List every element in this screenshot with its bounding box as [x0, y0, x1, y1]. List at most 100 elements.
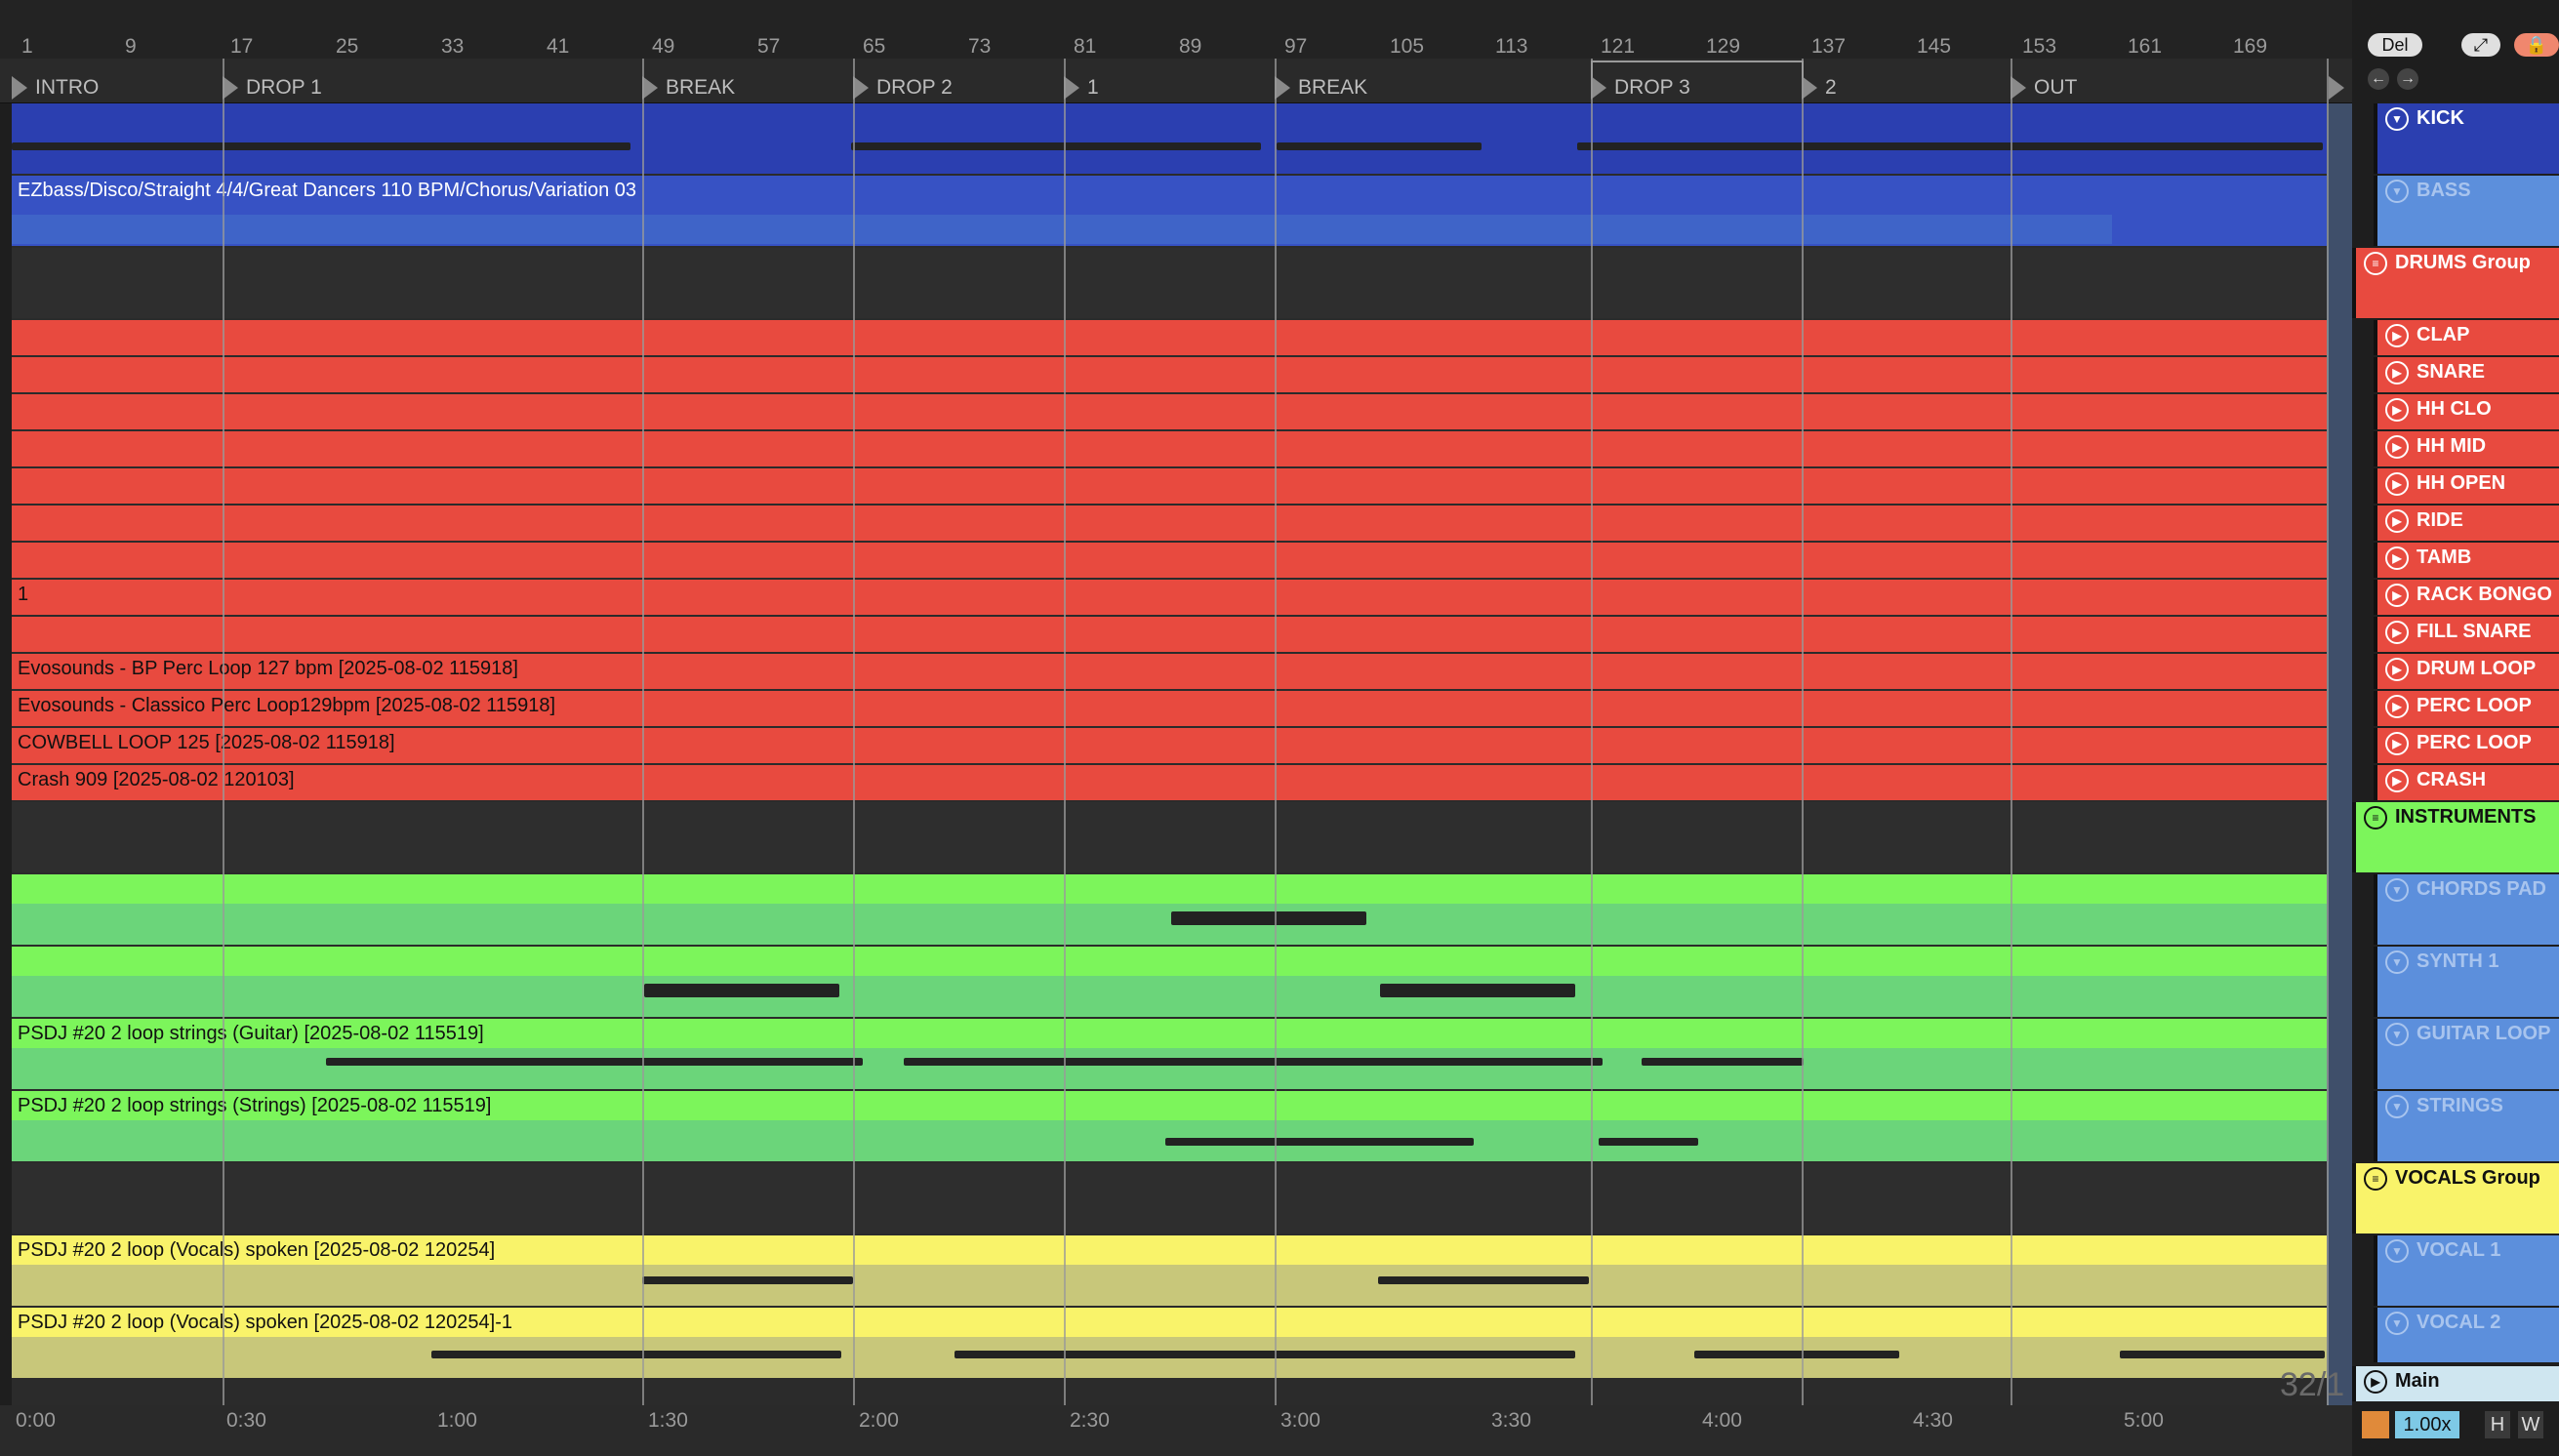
- clip-chords-pad[interactable]: [12, 874, 2327, 945]
- track-hh-open[interactable]: ▶ HH OPEN: [2374, 468, 2559, 504]
- track-drums-group[interactable]: ≡ DRUMS Group: [2352, 248, 2559, 318]
- clip-perc-loop-2[interactable]: COWBELL LOOP 125 [2025-08-02 115918]: [12, 728, 2327, 763]
- locator[interactable]: 1: [1064, 76, 1099, 100]
- h-button[interactable]: H: [2485, 1411, 2510, 1438]
- track-hh-mid[interactable]: ▶ HH MID: [2374, 431, 2559, 466]
- locator-row[interactable]: INTRO DROP 1 BREAK DROP 2 1 BREAK DROP 3…: [0, 59, 2365, 103]
- vertical-scrollbar[interactable]: [2327, 103, 2352, 1405]
- lock-icon[interactable]: 🔒: [2514, 33, 2559, 57]
- expand-icon[interactable]: ⤢: [2461, 33, 2500, 57]
- clip-vocal-2[interactable]: PSDJ #20 2 loop (Vocals) spoken [2025-08…: [12, 1308, 2327, 1378]
- track-guitar-loop[interactable]: ▼ GUITAR LOOP: [2374, 1019, 2559, 1089]
- locator-line: [853, 59, 855, 1405]
- locator[interactable]: DROP 3: [1591, 76, 1690, 100]
- play-icon[interactable]: ▶: [2385, 769, 2409, 792]
- clip-perc-loop-1[interactable]: Evosounds - Classico Perc Loop129bpm [20…: [12, 691, 2327, 726]
- play-icon[interactable]: ▶: [2385, 509, 2409, 533]
- clip-drum-loop[interactable]: Evosounds - BP Perc Loop 127 bpm [2025-0…: [12, 654, 2327, 689]
- track-strings[interactable]: ▼ STRINGS: [2374, 1091, 2559, 1161]
- track-vocal-1[interactable]: ▼ VOCAL 1: [2374, 1235, 2559, 1306]
- track-snare[interactable]: ▶ SNARE: [2374, 357, 2559, 392]
- track-ride[interactable]: ▶ RIDE: [2374, 506, 2559, 541]
- clip-hh-open[interactable]: [12, 468, 2327, 504]
- group-icon[interactable]: ≡: [2364, 806, 2387, 829]
- play-icon[interactable]: ▶: [2385, 324, 2409, 347]
- play-icon[interactable]: ▶: [2385, 732, 2409, 755]
- clip-ride[interactable]: [12, 506, 2327, 541]
- time-ruler[interactable]: [0, 1405, 2352, 1456]
- track-perc-loop-2[interactable]: ▶ PERC LOOP: [2374, 728, 2559, 763]
- del-button[interactable]: Del: [2368, 33, 2422, 57]
- loop-brace[interactable]: [1591, 61, 1804, 78]
- arrangement-lanes[interactable]: EZbass/Disco/Straight 4/4/Great Dancers …: [12, 103, 2327, 1405]
- clip-snare[interactable]: [12, 357, 2327, 392]
- track-vocal-2[interactable]: ▼ VOCAL 2: [2374, 1308, 2559, 1362]
- zoom-display[interactable]: 1.00x: [2395, 1411, 2459, 1438]
- track-clap[interactable]: ▶ CLAP: [2374, 320, 2559, 355]
- play-icon[interactable]: ▶: [2385, 621, 2409, 644]
- locator[interactable]: OUT: [2011, 76, 2077, 100]
- play-icon[interactable]: ▶: [2385, 695, 2409, 718]
- track-hh-clo[interactable]: ▶ HH CLO: [2374, 394, 2559, 429]
- clip-hh-mid[interactable]: [12, 431, 2327, 466]
- track-bass[interactable]: ▼ BASS: [2374, 176, 2559, 246]
- play-icon[interactable]: ▶: [2385, 361, 2409, 384]
- track-rack-bongo[interactable]: ▶ RACK BONGO: [2374, 580, 2559, 615]
- collapse-icon[interactable]: ▼: [2385, 1312, 2409, 1335]
- forward-arrow-icon[interactable]: →: [2397, 68, 2418, 90]
- clip-guitar-loop[interactable]: PSDJ #20 2 loop strings (Guitar) [2025-0…: [12, 1019, 2327, 1089]
- clip-bass[interactable]: EZbass/Disco/Straight 4/4/Great Dancers …: [12, 176, 2327, 246]
- collapse-icon[interactable]: ▼: [2385, 107, 2409, 131]
- bar-number: 97: [1284, 35, 1308, 58]
- locator[interactable]: BREAK: [1275, 76, 1367, 100]
- back-arrow-icon[interactable]: ←: [2368, 68, 2389, 90]
- track-chords-pad[interactable]: ▼ CHORDS PAD: [2374, 874, 2559, 945]
- play-icon[interactable]: ▶: [2385, 546, 2409, 570]
- clip-tamb[interactable]: [12, 543, 2327, 578]
- group-icon[interactable]: ≡: [2364, 252, 2387, 275]
- group-icon[interactable]: ≡: [2364, 1167, 2387, 1191]
- track-drum-loop[interactable]: ▶ DRUM LOOP: [2374, 654, 2559, 689]
- track-tamb[interactable]: ▶ TAMB: [2374, 543, 2559, 578]
- track-fill-snare[interactable]: ▶ FILL SNARE: [2374, 617, 2559, 652]
- locator[interactable]: 2: [1802, 76, 1837, 100]
- track-kick[interactable]: ▼ KICK: [2374, 103, 2559, 174]
- clip-synth-1[interactable]: [12, 947, 2327, 1017]
- clip-clap[interactable]: [12, 320, 2327, 355]
- clip-fill-snare[interactable]: [12, 617, 2327, 652]
- play-icon[interactable]: ▶: [2385, 472, 2409, 496]
- locator[interactable]: DROP 2: [853, 76, 953, 100]
- bar-number: 17: [230, 35, 254, 58]
- play-icon[interactable]: ▶: [2385, 584, 2409, 607]
- locator[interactable]: INTRO: [12, 76, 99, 100]
- clip-kick[interactable]: [12, 103, 2327, 174]
- locator[interactable]: DROP 1: [223, 76, 322, 100]
- collapse-icon[interactable]: ▼: [2385, 1023, 2409, 1046]
- collapse-icon[interactable]: ▼: [2385, 1239, 2409, 1263]
- track-instruments-group[interactable]: ≡ INSTRUMENTS: [2352, 802, 2559, 872]
- track-perc-loop-1[interactable]: ▶ PERC LOOP: [2374, 691, 2559, 726]
- play-icon[interactable]: ▶: [2385, 435, 2409, 459]
- clip-rack-bongo[interactable]: 1: [12, 580, 2327, 615]
- locator[interactable]: BREAK: [642, 76, 735, 100]
- collapse-icon[interactable]: ▼: [2385, 180, 2409, 203]
- collapse-icon[interactable]: ▼: [2385, 878, 2409, 902]
- clip-crash[interactable]: Crash 909 [2025-08-02 120103]: [12, 765, 2327, 800]
- bar-ruler[interactable]: 1 9 17 25 33 41 49 57 65 73 81 89 97 105…: [0, 0, 2352, 59]
- track-main[interactable]: ▶ Main: [2352, 1366, 2559, 1401]
- play-icon[interactable]: ▶: [2364, 1370, 2387, 1394]
- clip-hh-clo[interactable]: [12, 394, 2327, 429]
- clip-vocal-1[interactable]: PSDJ #20 2 loop (Vocals) spoken [2025-08…: [12, 1235, 2327, 1306]
- track-vocals-group[interactable]: ≡ VOCALS Group: [2352, 1163, 2559, 1234]
- follow-icon[interactable]: [2362, 1411, 2389, 1438]
- play-icon[interactable]: ▶: [2385, 658, 2409, 681]
- play-icon[interactable]: ▶: [2385, 398, 2409, 422]
- collapse-icon[interactable]: ▼: [2385, 1095, 2409, 1118]
- w-button[interactable]: W: [2518, 1411, 2543, 1438]
- clip-strings[interactable]: PSDJ #20 2 loop strings (Strings) [2025-…: [12, 1091, 2327, 1161]
- clip-name: PSDJ #20 2 loop (Vocals) spoken [2025-08…: [18, 1239, 496, 1261]
- track-synth-1[interactable]: ▼ SYNTH 1: [2374, 947, 2559, 1017]
- track-crash[interactable]: ▶ CRASH: [2374, 765, 2559, 800]
- grid-resolution[interactable]: 32/1: [2280, 1366, 2344, 1404]
- collapse-icon[interactable]: ▼: [2385, 950, 2409, 974]
